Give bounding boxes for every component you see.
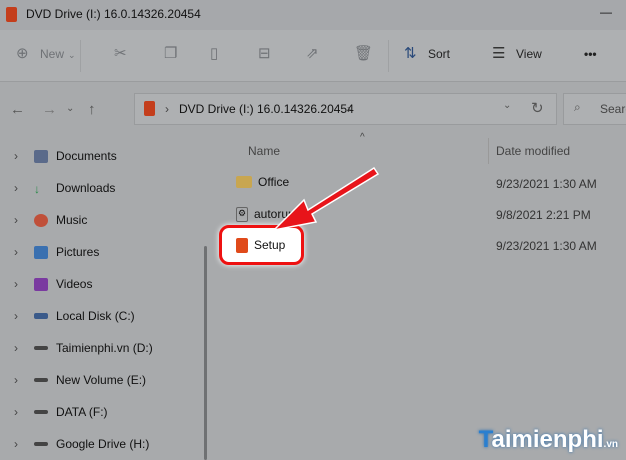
red-arrow-annotation	[271, 166, 380, 232]
up-icon[interactable]: ↑	[88, 101, 96, 118]
drive-icon	[34, 346, 48, 350]
address-bar[interactable]: › DVD Drive (I:) 16.0.14326.20454 › ⌄ ↻	[134, 93, 557, 125]
search-icon: ⌕	[574, 100, 581, 114]
recent-chevron-icon[interactable]: ⌄	[66, 103, 74, 114]
copy-icon[interactable]: ❐	[164, 44, 177, 62]
chevron-right-icon: ›	[165, 102, 169, 116]
minimize-button[interactable]: —	[600, 5, 612, 19]
settings-file-icon: ⚙	[236, 206, 248, 222]
music-icon	[34, 213, 48, 227]
column-header-date[interactable]: Date modified	[496, 144, 570, 158]
share-icon[interactable]: ⇗	[306, 44, 319, 62]
office-icon	[6, 7, 17, 22]
new-button[interactable]: New	[40, 47, 64, 61]
documents-icon	[34, 149, 48, 163]
office-icon	[144, 101, 155, 116]
sidebar-item-drive-f[interactable]: › DATA (F:)	[14, 402, 108, 422]
sidebar-item-pictures[interactable]: › Pictures	[14, 242, 99, 262]
column-header-name[interactable]: Name	[248, 144, 280, 158]
sidebar-scrollbar[interactable]	[204, 246, 207, 460]
sidebar-item-drive-d[interactable]: › Taimienphi.vn (D:)	[14, 338, 153, 358]
window-title: DVD Drive (I:) 16.0.14326.20454	[26, 7, 201, 21]
sidebar-item-local-disk-c[interactable]: › Local Disk (C:)	[14, 306, 135, 326]
cut-icon[interactable]: ✂	[114, 44, 127, 62]
folder-icon	[236, 176, 252, 188]
drive-icon	[34, 313, 48, 319]
chevron-down-icon: ⌄	[68, 50, 76, 60]
sort-button[interactable]: Sort	[428, 47, 450, 61]
watermark-logo: Taimienphi.vn	[478, 426, 618, 453]
pictures-icon	[34, 245, 48, 259]
chevron-right-icon: ›	[347, 102, 351, 116]
file-date: 9/23/2021 1:30 AM	[496, 239, 597, 253]
plus-icon: ⊕	[16, 45, 29, 62]
refresh-icon[interactable]: ↻	[531, 99, 544, 117]
breadcrumb-path[interactable]: DVD Drive (I:) 16.0.14326.20454	[179, 102, 354, 116]
rename-icon[interactable]: ⊟	[258, 44, 271, 62]
videos-icon	[34, 277, 48, 291]
drive-icon	[34, 442, 48, 446]
file-date: 9/8/2021 2:21 PM	[496, 208, 591, 222]
sidebar-item-downloads[interactable]: › ↓ Downloads	[14, 178, 115, 198]
downloads-icon: ↓	[34, 181, 40, 196]
office-icon	[236, 237, 248, 253]
forward-icon[interactable]: →	[42, 101, 57, 118]
search-input[interactable]: Search	[600, 102, 626, 116]
history-chevron-icon[interactable]: ⌄	[503, 100, 511, 111]
view-button[interactable]: View	[516, 47, 542, 61]
delete-icon[interactable]: 🗑	[354, 44, 373, 62]
sort-ascending-icon: ^	[360, 132, 365, 143]
sidebar-item-drive-e[interactable]: › New Volume (E:)	[14, 370, 146, 390]
drive-icon	[34, 378, 48, 382]
view-icon: ☰	[492, 45, 506, 62]
drive-icon	[34, 410, 48, 414]
more-button[interactable]: •••	[584, 47, 597, 61]
sort-icon: ⇅	[404, 45, 417, 62]
back-icon[interactable]: ←	[10, 101, 25, 118]
paste-icon[interactable]: ▯	[210, 44, 218, 62]
search-box[interactable]: ⌕ Search	[563, 93, 626, 125]
sidebar-item-drive-h[interactable]: › Google Drive (H:)	[14, 434, 149, 454]
title-bar: DVD Drive (I:) 16.0.14326.20454 —	[0, 0, 626, 30]
sidebar-item-videos[interactable]: › Videos	[14, 274, 92, 294]
sidebar-item-music[interactable]: › Music	[14, 210, 87, 230]
sidebar-item-documents[interactable]: › Documents	[14, 146, 117, 166]
column-divider	[488, 138, 489, 164]
file-date: 9/23/2021 1:30 AM	[496, 177, 597, 191]
command-bar: ⊕ New ⌄ ✂ ❐ ▯ ⊟ ⇗ 🗑 ⇅ Sort ☰ View •••	[0, 30, 626, 82]
